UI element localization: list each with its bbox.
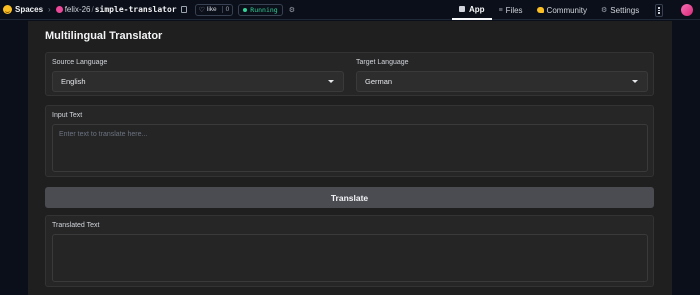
status-dot-icon <box>243 7 248 12</box>
tab-app-label: App <box>469 4 485 14</box>
tab-community[interactable]: Community <box>530 0 594 20</box>
space-name-link[interactable]: simple-translator <box>95 5 177 14</box>
source-language-label: Source Language <box>52 59 108 66</box>
files-icon: ≡ <box>498 6 503 14</box>
gear-icon: ⚙ <box>601 7 608 14</box>
input-text-field[interactable]: Enter text to translate here... <box>52 124 648 172</box>
spaces-home-link[interactable]: Spaces <box>3 5 43 14</box>
input-text-label: Input Text <box>52 112 83 119</box>
owner-avatar <box>55 6 63 13</box>
heart-icon: ♡ <box>198 6 205 14</box>
source-language-value: English <box>61 77 86 86</box>
tab-settings-label: Settings <box>610 5 640 15</box>
breadcrumb-separator: › <box>48 5 51 14</box>
running-status-badge[interactable]: Running <box>238 3 283 16</box>
path-slash: / <box>91 5 94 14</box>
spaces-label: Spaces <box>15 5 44 14</box>
status-label: Running <box>250 5 278 14</box>
output-text-panel: Translated Text <box>45 215 654 287</box>
translated-text-field[interactable] <box>52 234 648 282</box>
language-panel: Source Language English Target Language … <box>45 52 654 96</box>
target-language-select[interactable]: German <box>356 71 648 92</box>
chevron-down-icon <box>328 80 334 83</box>
page-title: Multilingual Translator <box>45 30 163 42</box>
owner-link[interactable]: felix-26 <box>65 5 91 14</box>
target-language-label: Target Language <box>356 59 409 66</box>
source-language-select[interactable]: English <box>52 71 344 92</box>
app-container: Multilingual Translator Source Language … <box>28 21 672 295</box>
hugging-face-emoji-icon <box>3 5 12 14</box>
hardware-icon[interactable]: ⚙ <box>289 6 295 14</box>
user-avatar[interactable] <box>681 4 693 16</box>
tab-community-label: Community <box>546 5 587 15</box>
space-tabs: App ≡ Files Community ⚙ Settings <box>452 0 646 20</box>
chevron-down-icon <box>632 80 638 83</box>
translated-text-label: Translated Text <box>52 222 100 229</box>
tab-app[interactable]: App <box>452 0 492 20</box>
community-icon <box>536 7 544 13</box>
like-count: 0 <box>221 6 229 13</box>
like-label: like <box>206 6 217 13</box>
tab-files-label: Files <box>505 5 523 15</box>
copy-icon[interactable] <box>180 6 187 13</box>
target-language-value: German <box>365 77 393 86</box>
tab-settings[interactable]: ⚙ Settings <box>594 0 646 20</box>
app-icon <box>459 6 465 12</box>
like-button[interactable]: ♡ like 0 <box>194 3 234 16</box>
input-text-panel: Input Text Enter text to translate here.… <box>45 105 654 177</box>
more-options-button[interactable] <box>655 4 663 17</box>
tab-files[interactable]: ≡ Files <box>492 0 530 20</box>
translate-button[interactable]: Translate <box>45 187 654 208</box>
